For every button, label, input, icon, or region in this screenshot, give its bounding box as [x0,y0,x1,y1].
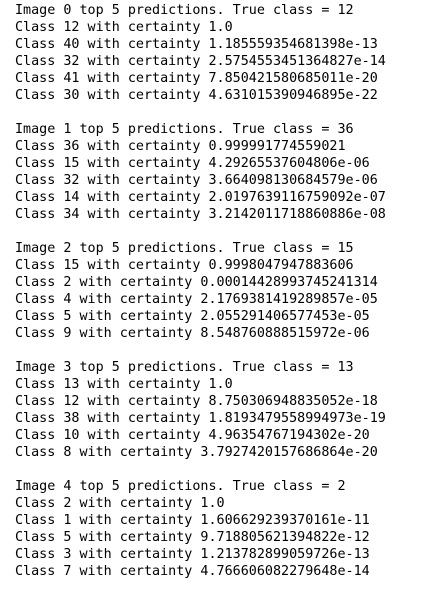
prediction-line: Class 40 with certainty 1.18555935468139… [15,37,378,52]
prediction-line: Class 9 with certainty 8.548760888515972… [15,326,370,341]
prediction-block-image-0: Image 0 top 5 predictions. True class = … [15,2,424,104]
prediction-line: Class 38 with certainty 1.81934795589949… [15,411,386,426]
prediction-header: Image 2 top 5 predictions. True class = … [15,241,354,256]
prediction-line: Class 15 with certainty 4.29265537604806… [15,156,370,171]
prediction-line: Class 10 with certainty 4.96354767194302… [15,428,370,443]
prediction-line: Class 2 with certainty 0.000144289937452… [15,275,378,290]
prediction-line: Class 41 with certainty 7.85042158068501… [15,71,378,86]
prediction-header: Image 1 top 5 predictions. True class = … [15,122,354,137]
prediction-header: Image 0 top 5 predictions. True class = … [15,3,354,18]
cell-output-area: Image 0 top 5 predictions. True class = … [0,0,424,589]
prediction-line: Class 7 with certainty 4.766606082279648… [15,564,370,579]
prediction-line: Class 32 with certainty 2.57545534513648… [15,54,386,69]
prediction-header: Image 4 top 5 predictions. True class = … [15,479,346,494]
prediction-block-image-4: Image 4 top 5 predictions. True class = … [15,478,424,580]
prediction-line: Class 14 with certainty 2.01976391167590… [15,190,386,205]
prediction-line: Class 13 with certainty 1.0 [15,377,233,392]
prediction-block-image-1: Image 1 top 5 predictions. True class = … [15,121,424,223]
prediction-line: Class 34 with certainty 3.21420117188608… [15,207,386,222]
prediction-line: Class 30 with certainty 4.63101539094689… [15,88,378,103]
prediction-line: Class 4 with certainty 2.176938141928985… [15,292,378,307]
prediction-line: Class 2 with certainty 1.0 [15,496,225,511]
prediction-line: Class 12 with certainty 8.75030694883505… [15,394,378,409]
prediction-header: Image 3 top 5 predictions. True class = … [15,360,354,375]
prediction-line: Class 5 with certainty 2.055291406577453… [15,309,370,324]
prediction-block-image-2: Image 2 top 5 predictions. True class = … [15,240,424,342]
prediction-block-image-3: Image 3 top 5 predictions. True class = … [15,359,424,461]
prediction-line: Class 1 with certainty 1.606629239370161… [15,513,370,528]
prediction-line: Class 5 with certainty 9.718805621394822… [15,530,370,545]
prediction-line: Class 36 with certainty 0.99999177455902… [15,139,346,154]
prediction-line: Class 12 with certainty 1.0 [15,20,233,35]
prediction-line: Class 15 with certainty 0.99980479478836… [15,258,354,273]
prediction-line: Class 8 with certainty 3.792742015768686… [15,445,378,460]
prediction-line: Class 32 with certainty 3.66409813068457… [15,173,378,188]
prediction-line: Class 3 with certainty 1.213782899059726… [15,547,370,562]
